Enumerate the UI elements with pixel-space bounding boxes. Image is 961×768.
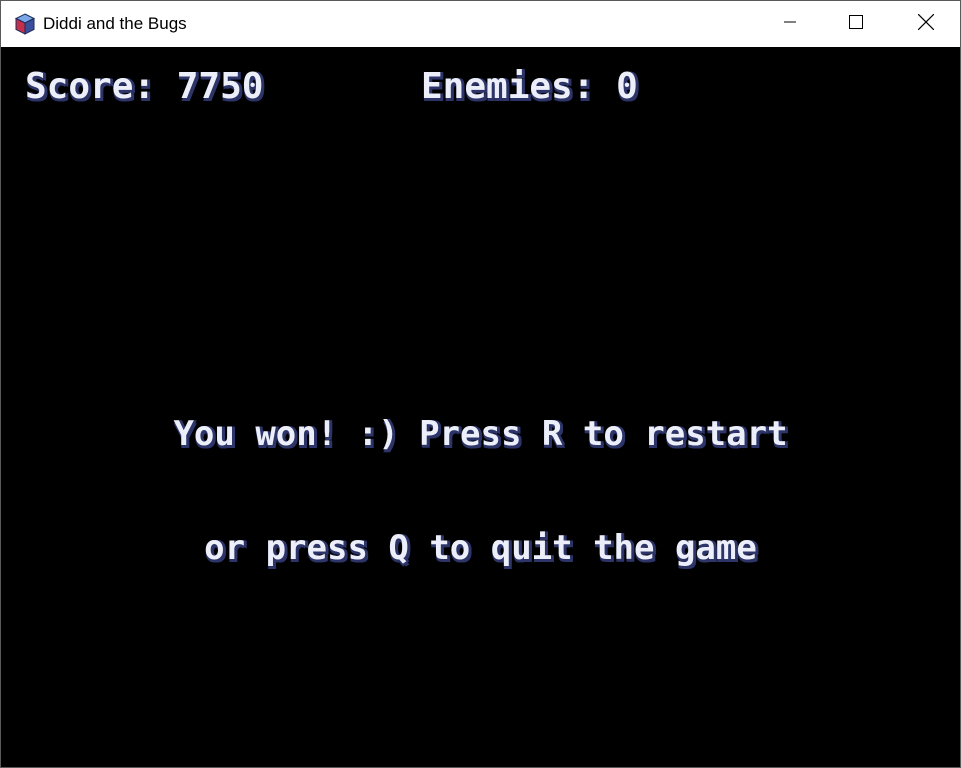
game-canvas[interactable]: Score: 7750 Enemies: 0 You won! :) Press… <box>1 47 960 767</box>
enemies-display: Enemies: 0 <box>421 66 638 107</box>
win-message: You won! :) Press R to restart or press … <box>1 339 960 643</box>
score-display: Score: 7750 <box>25 66 264 107</box>
maximize-icon <box>849 14 863 34</box>
game-window: Diddi and the Bugs Score: 7750 Enemies: … <box>0 0 961 768</box>
close-icon <box>917 13 935 35</box>
minimize-icon <box>784 15 796 33</box>
win-message-line-2: or press Q to quit the game <box>204 528 757 568</box>
close-button[interactable] <box>891 1 961 47</box>
win-message-line-1: You won! :) Press R to restart <box>173 414 788 454</box>
title-bar[interactable]: Diddi and the Bugs <box>1 1 960 47</box>
maximize-button[interactable] <box>821 1 891 47</box>
cube-icon <box>13 12 37 36</box>
minimize-button[interactable] <box>755 1 825 47</box>
window-title: Diddi and the Bugs <box>43 14 187 33</box>
